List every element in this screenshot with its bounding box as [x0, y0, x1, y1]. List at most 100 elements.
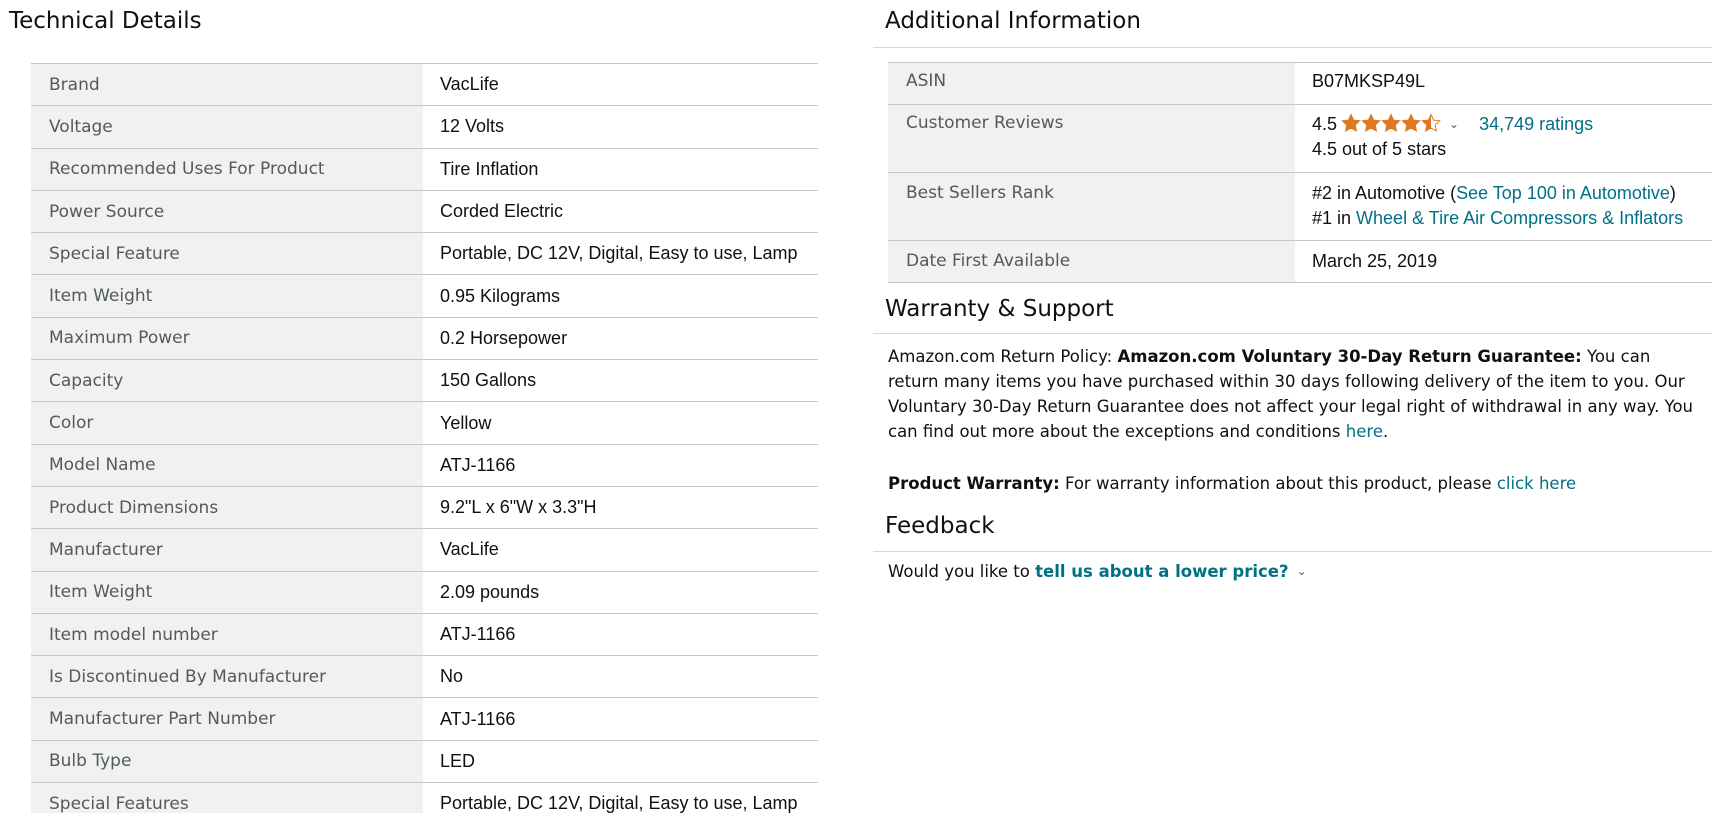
row-value: 9.2"L x 6"W x 3.3"H — [423, 485, 818, 529]
date-value: March 25, 2019 — [1295, 240, 1712, 283]
row-value: Corded Electric — [423, 189, 818, 233]
row-value: LED — [423, 739, 818, 783]
row-key: Item Weight — [31, 274, 423, 318]
row-value: ATJ-1166 — [423, 697, 818, 741]
table-row: Item Weight 0.95 Kilograms — [31, 274, 818, 318]
table-row: Manufacturer Part Number ATJ-1166 — [31, 697, 818, 741]
table-row: Item Weight 2.09 pounds — [31, 570, 818, 614]
row-key: ASIN — [888, 62, 1295, 105]
star-icon — [1341, 113, 1361, 132]
row-key: Special Features — [31, 782, 423, 813]
rating-summary: 4.5 out of 5 stars — [1312, 139, 1447, 159]
table-row: Model Name ATJ-1166 — [31, 443, 818, 487]
table-row: Bulb Type LED — [31, 739, 818, 783]
row-value: 0.2 Horsepower — [423, 316, 818, 360]
technical-details-table: Brand VacLife Voltage 12 Volts Recommended U… — [31, 62, 818, 813]
row-value: 0.95 Kilograms — [423, 274, 818, 318]
chevron-down-icon[interactable]: ⌄ — [1297, 564, 1307, 578]
additional-info-table: ASIN B07MKSP49L Customer Reviews 4.5 ⌄ 34,… — [888, 62, 1712, 283]
row-key: Special Feature — [31, 232, 423, 275]
row-value: 12 Volts — [423, 105, 818, 149]
row-value: Portable, DC 12V, Digital, Easy to use, … — [423, 232, 818, 275]
ratings-link[interactable]: 34,749 ratings — [1479, 114, 1593, 134]
rank-text: #2 in Automotive ( — [1312, 183, 1457, 203]
asin-value: B07MKSP49L — [1295, 62, 1712, 105]
divider — [873, 47, 1712, 48]
row-key: Voltage — [31, 105, 423, 149]
row-value: VacLife — [423, 528, 818, 572]
table-row: Brand VacLife — [31, 62, 818, 106]
policy-here-link[interactable]: here — [1346, 422, 1383, 441]
table-row: Manufacturer VacLife — [31, 528, 818, 572]
table-row: Customer Reviews 4.5 ⌄ 34,749 ratings 4.5 … — [888, 104, 1712, 173]
best-sellers-rank-cell: #2 in Automotive (See Top 100 in Automot… — [1295, 172, 1712, 241]
star-rating-icon[interactable] — [1341, 113, 1441, 133]
row-key: Is Discontinued By Manufacturer — [31, 655, 423, 698]
row-value: ATJ-1166 — [423, 612, 818, 656]
row-value: 150 Gallons — [423, 359, 818, 402]
table-row: Capacity 150 Gallons — [31, 359, 818, 402]
table-row: ASIN B07MKSP49L — [888, 62, 1712, 105]
row-key: Customer Reviews — [888, 104, 1295, 173]
row-key: Capacity — [31, 359, 423, 402]
row-key: Item model number — [31, 612, 423, 656]
row-value: ATJ-1166 — [423, 443, 818, 487]
feedback-title: Feedback — [885, 513, 995, 539]
rank-text: #1 in — [1312, 208, 1357, 228]
table-row: Recommended Uses For Product Tire Inflati… — [31, 147, 818, 191]
table-row: Best Sellers Rank #2 in Automotive (See … — [888, 172, 1712, 241]
row-key: Product Dimensions — [31, 485, 423, 529]
table-row: Date First Available March 25, 2019 — [888, 240, 1712, 283]
feedback-prompt-text: Would you like to — [888, 562, 1030, 581]
policy-bold: Amazon.com Voluntary 30-Day Return Guara… — [1117, 347, 1582, 366]
chevron-down-icon[interactable]: ⌄ — [1449, 117, 1459, 131]
table-row: Item model number ATJ-1166 — [31, 612, 818, 656]
feedback-prompt: Would you like to tell us about a lower … — [888, 562, 1327, 581]
row-key: Item Weight — [31, 570, 423, 614]
row-value: Tire Inflation — [423, 147, 818, 191]
star-icon — [1421, 113, 1441, 132]
table-row: Power Source Corded Electric — [31, 189, 818, 233]
row-key: Maximum Power — [31, 316, 423, 360]
return-policy-text: Amazon.com Return Policy: Amazon.com Vol… — [888, 347, 1693, 441]
top-100-link[interactable]: See Top 100 in Automotive — [1456, 183, 1670, 203]
table-row: Voltage 12 Volts — [31, 105, 818, 149]
additional-info-title: Additional Information — [885, 8, 1141, 34]
table-row: Is Discontinued By Manufacturer No — [31, 655, 818, 698]
lower-price-link[interactable]: tell us about a lower price? — [1035, 562, 1288, 581]
divider — [873, 333, 1712, 334]
row-key: Date First Available — [888, 240, 1295, 283]
row-key: Best Sellers Rank — [888, 172, 1295, 241]
table-row: Special Features Portable, DC 12V, Digita… — [31, 782, 818, 813]
star-icon — [1381, 113, 1401, 132]
warranty-title: Warranty & Support — [885, 296, 1114, 322]
row-key: Bulb Type — [31, 739, 423, 783]
row-key: Manufacturer Part Number — [31, 697, 423, 741]
table-row: Color Yellow — [31, 401, 818, 445]
customer-reviews-cell: 4.5 ⌄ 34,749 ratings 4.5 out of 5 stars — [1295, 104, 1712, 173]
row-value: VacLife — [423, 62, 818, 106]
row-key: Power Source — [31, 189, 423, 233]
policy-label: Amazon.com Return Policy: — [888, 347, 1113, 366]
divider — [873, 551, 1712, 552]
product-warranty-label: Product Warranty: — [888, 474, 1060, 493]
row-key: Model Name — [31, 443, 423, 487]
row-key: Color — [31, 401, 423, 445]
row-key: Manufacturer — [31, 528, 423, 572]
star-icon — [1361, 113, 1381, 132]
row-value: No — [423, 655, 818, 698]
star-icon — [1401, 113, 1421, 132]
rank-text: ) — [1669, 183, 1676, 203]
row-value: 2.09 pounds — [423, 570, 818, 614]
table-row: Product Dimensions 9.2"L x 6"W x 3.3"H — [31, 485, 818, 529]
row-value: Yellow — [423, 401, 818, 445]
product-warranty-text: Product Warranty: For warranty informati… — [888, 471, 1700, 496]
row-value: Portable, DC 12V, Digital, Easy to use, … — [423, 782, 818, 813]
technical-details-title: Technical Details — [9, 8, 202, 34]
product-warranty-body: For warranty information about this prod… — [1064, 474, 1492, 493]
table-row: Maximum Power 0.2 Horsepower — [31, 316, 818, 360]
row-key: Recommended Uses For Product — [31, 147, 423, 191]
row-key: Brand — [31, 62, 423, 106]
click-here-link[interactable]: click here — [1497, 474, 1576, 493]
category-link[interactable]: Wheel & Tire Air Compressors & Inflators — [1356, 208, 1683, 228]
